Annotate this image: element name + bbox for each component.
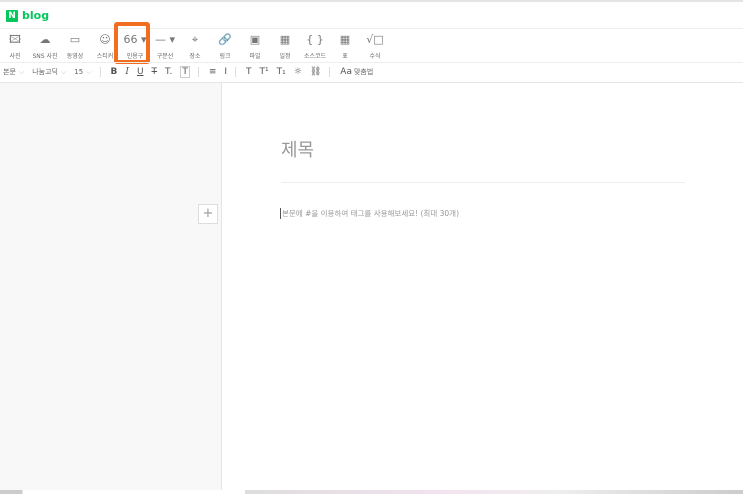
toolbar-source-code-button[interactable]: { } 소스코드 — [300, 33, 330, 60]
separator — [329, 67, 331, 77]
toolbar-label: 링크 — [219, 53, 231, 60]
formula-icon: √□ — [366, 33, 384, 46]
superscript-button[interactable]: T¹ — [260, 67, 269, 77]
strikethrough-button[interactable]: T — [152, 67, 158, 77]
toolbar-file-button[interactable]: ▣ 파일 — [240, 33, 270, 60]
logo-text: blog — [22, 9, 50, 22]
chevron-down-icon: ⌵ — [86, 67, 92, 76]
toolbar-sns-photo-button[interactable]: ☁ SNS 사진 — [30, 33, 60, 60]
toolbar-divider-line-button[interactable]: — ▾ 구분선 — [150, 33, 180, 60]
add-component-button[interactable]: + — [198, 204, 218, 224]
body-input[interactable]: 본문에 #을 이용하여 태그를 사용해보세요! (최대 30개) — [280, 208, 459, 219]
toolbar-label: 구분선 — [156, 53, 174, 60]
toolbar-label: 표 — [342, 53, 348, 60]
taskbar-strip — [0, 490, 743, 494]
toolbar-place-button[interactable]: ⌖ 장소 — [180, 33, 210, 60]
toolbar-label: SNS 사진 — [32, 53, 58, 60]
source-code-icon: { } — [306, 33, 324, 46]
align-button[interactable]: ≡ — [209, 67, 217, 77]
font-color-button[interactable]: T. — [165, 67, 172, 77]
video-icon: ▭ — [69, 33, 81, 46]
bold-button[interactable]: B — [111, 67, 118, 77]
blog-logo[interactable]: N blog — [6, 9, 49, 22]
format-toolbar: 본문 ⌵ 나눔고딕 ⌵ 15 ⌵ B I U T T. T ≡ I T T¹ T₁ ☼… — [3, 66, 381, 78]
paragraph-style-select[interactable]: 본문 — [3, 67, 16, 77]
divider-line-icon: — ▾ — [154, 33, 176, 46]
toolbar-label: 사진 — [9, 53, 21, 60]
toolbar-label: 수식 — [369, 53, 381, 60]
sticker-icon: ☺ — [99, 33, 111, 46]
letter-spacing-button[interactable]: T — [246, 67, 252, 77]
underline-button[interactable]: U — [137, 67, 144, 77]
toolbar-photo-button[interactable]: 🖾 사진 — [0, 33, 30, 60]
file-icon: ▣ — [249, 33, 261, 46]
toolbar-label: 파일 — [249, 53, 261, 60]
spellcheck-icon: Aa — [340, 67, 352, 77]
separator — [197, 67, 199, 77]
insert-toolbar: (function(){const d=JSON.parse(document.… — [0, 33, 390, 60]
chevron-down-icon: ⌵ — [60, 67, 67, 76]
schedule-icon: ▦ — [279, 33, 291, 46]
toolbar-schedule-button[interactable]: ▦ 일정 — [270, 33, 300, 60]
naver-logo-icon: N — [6, 9, 18, 22]
title-divider — [281, 182, 685, 183]
toolbar-label: 스티커 — [96, 53, 114, 60]
sns-photo-icon: ☁ — [39, 33, 51, 46]
background-color-button[interactable]: T — [180, 66, 190, 78]
chevron-down-icon: ⌵ — [18, 67, 25, 76]
line-height-button[interactable]: I — [224, 67, 227, 77]
divider — [0, 28, 743, 29]
link-button[interactable]: ⛓ — [310, 67, 321, 77]
title-input[interactable]: 제목 — [281, 136, 314, 162]
left-panel — [0, 83, 222, 491]
toolbar-label: 장소 — [189, 53, 201, 60]
toolbar-label: 동영상 — [66, 53, 84, 60]
toolbar-video-button[interactable]: ▭ 동영상 — [60, 33, 90, 60]
photo-icon: 🖾 — [9, 33, 21, 46]
top-border — [0, 0, 743, 2]
highlight-box — [114, 22, 150, 64]
font-select[interactable]: 나눔고딕 — [32, 67, 58, 77]
special-char-button[interactable]: ☼ — [294, 67, 302, 77]
link-icon: 🔗 — [218, 33, 232, 46]
table-icon: ▦ — [339, 33, 351, 46]
subscript-button[interactable]: T₁ — [277, 67, 286, 77]
toolbar-table-button[interactable]: ▦ 표 — [330, 33, 360, 60]
divider — [0, 62, 743, 63]
toolbar-formula-button[interactable]: √□ 수식 — [360, 33, 390, 60]
place-icon: ⌖ — [191, 33, 199, 46]
italic-button[interactable]: I — [125, 67, 129, 77]
spellcheck-button[interactable]: 맞춤법 — [354, 67, 373, 77]
toolbar-link-button[interactable]: 🔗 링크 — [210, 33, 240, 60]
toolbar-label: 일정 — [279, 53, 291, 60]
font-size-select[interactable]: 15 — [74, 68, 83, 76]
separator — [235, 67, 237, 77]
toolbar-label: 소스코드 — [303, 53, 327, 60]
separator — [99, 67, 101, 77]
